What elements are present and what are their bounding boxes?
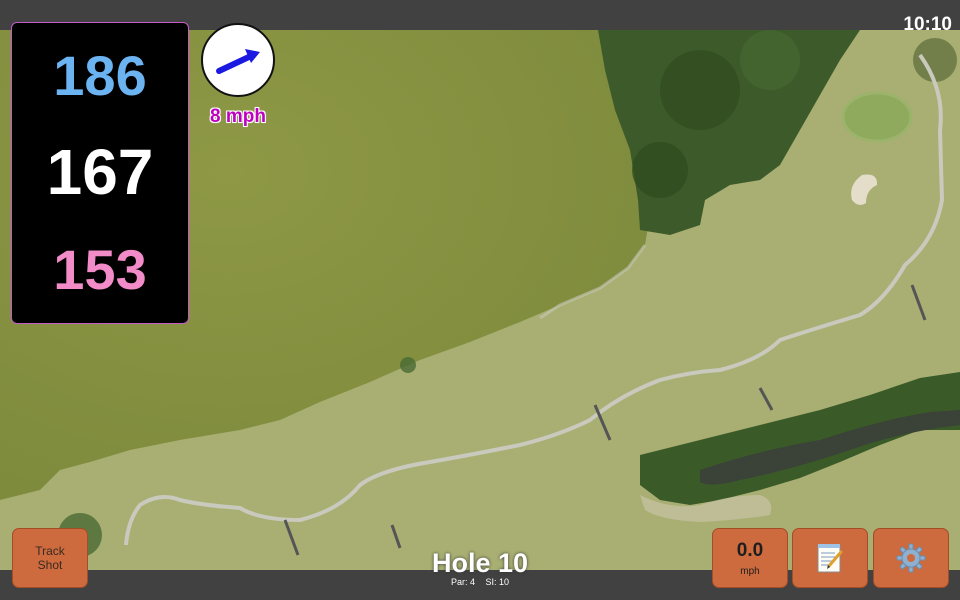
- hole-par: Par: 4: [450, 577, 475, 587]
- distance-panel: 186 167 153: [11, 22, 189, 324]
- wind-indicator: [201, 23, 275, 97]
- distance-front: 153: [53, 238, 147, 301]
- distance-back: 186: [53, 44, 147, 107]
- tree-clump: [400, 357, 416, 373]
- hole-title: Hole 10: [431, 548, 529, 578]
- tree-clump: [913, 38, 957, 82]
- hole-meta: Par: 4 SI: 10: [380, 577, 580, 587]
- putting-green: [841, 91, 913, 143]
- clock: 10:10: [903, 14, 952, 35]
- tree-clump: [740, 30, 800, 90]
- wind-direction-arrow-icon: [216, 49, 260, 74]
- speed-unit: mph: [740, 565, 760, 577]
- distance-center: 167: [46, 136, 154, 208]
- wind-speed: 8 mph: [210, 106, 266, 127]
- tree-clump: [632, 142, 688, 198]
- speed-button[interactable]: 0.0 mph: [712, 528, 788, 588]
- speed-value: 0.0: [736, 539, 764, 561]
- notes-button[interactable]: [792, 528, 868, 588]
- notepad-icon: [817, 544, 843, 573]
- hole-stroke-index: SI: 10: [485, 577, 510, 587]
- track-shot-label-line2: Shot: [37, 558, 63, 572]
- track-shot-label-line1: Track: [35, 544, 65, 558]
- golf-gps-app: 186 167 153 8 mph 10:10 Track Shot Hole …: [0, 0, 960, 600]
- settings-button[interactable]: [873, 528, 949, 588]
- track-shot-button[interactable]: Track Shot: [12, 528, 88, 588]
- tree-clump: [660, 50, 740, 130]
- gear-icon: [896, 543, 926, 573]
